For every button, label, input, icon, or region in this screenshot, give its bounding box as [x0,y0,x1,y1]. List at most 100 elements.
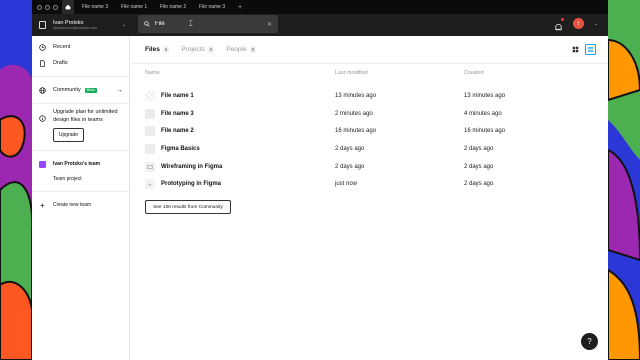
file-name: File name 3 [161,110,194,117]
divider [32,150,129,151]
notification-dot [560,18,564,21]
file-modified: just now [335,181,358,188]
file-modified: 2 days ago [335,163,365,170]
divider [32,103,129,104]
sidebar-item-label: Drafts [53,60,68,66]
tab-label: People [226,46,247,53]
help-button[interactable]: ? [581,333,598,350]
file-name: File name 2 [161,128,194,135]
sidebar-item-label: Community [53,87,81,93]
sidebar-item-team-project[interactable]: Team project [32,172,129,186]
tab-label: Files [145,46,160,53]
file-thumbnail [145,126,155,137]
account-switcher[interactable]: Ivan Protsko figmacurious@example.com ⌄ [32,14,130,36]
file-modified: 13 minutes ago [335,92,377,99]
text-cursor-icon: 𝙸 [188,19,194,28]
sidebar-item-label: Create new team [53,202,92,208]
arrow-right-icon: → [116,86,123,94]
sidebar-item-drafts[interactable]: Drafts [32,55,129,71]
table-row[interactable]: Figma Basics 2 days ago 2 days ago [131,140,608,158]
file-modified: 16 minutes ago [335,128,377,135]
file-modified: 2 minutes ago [335,110,373,117]
user-avatar[interactable]: I [572,18,584,29]
tab-count: 0 [249,46,257,53]
new-tab-button[interactable]: + [238,4,242,11]
top-bar: Ivan Protsko figmacurious@example.com ⌄ … [32,14,608,36]
result-filter-tabs: Files 6 Projects 0 People 0 [131,36,608,64]
sidebar: Recent Drafts Community Beta → Upgrade p… [32,36,130,360]
file-name: Figma Basics [161,145,200,152]
tab-projects[interactable]: Projects 0 [181,46,215,53]
tab-files[interactable]: Files 6 [145,46,170,53]
notifications-button[interactable] [554,18,564,31]
grid-view-button[interactable] [570,44,581,55]
sidebar-item-label: Recent [53,44,71,50]
tab-people[interactable]: People 0 [226,46,257,53]
table-row[interactable]: Wireframing in Figma 2 days ago 2 days a… [131,158,608,176]
list-view-button[interactable] [585,44,596,55]
file-thumbnail [145,90,155,101]
table-row[interactable]: File name 3 2 minutes ago 4 minutes ago [131,105,608,123]
window-controls [32,4,62,10]
top-right-controls: I ⌄ [554,18,598,31]
tab-count: 6 [162,46,170,53]
window-tab-1[interactable]: File name 3 [82,4,121,10]
window-tab-3[interactable]: File name 2 [160,4,199,10]
search-input[interactable] [155,21,255,27]
sidebar-item-community[interactable]: Community Beta → [32,82,129,98]
account-email: figmacurious@example.com [53,26,98,30]
file-icon [39,59,46,67]
beta-badge: Beta [84,87,97,93]
file-modified: 2 days ago [335,145,365,152]
plus-icon: + [40,200,45,210]
table-row[interactable]: ▪▪ Prototyping in Figma just now 2 days a… [131,175,608,193]
divider [32,76,129,77]
window-tab-bar: File name 3 File name 1 File name 2 File… [32,0,608,14]
chevron-down-icon[interactable]: ⌄ [594,21,598,27]
tab-label: Projects [181,46,205,53]
figma-app-window: File name 3 File name 1 File name 2 File… [32,0,608,360]
file-created: 16 minutes ago [464,128,506,135]
team-icon [39,160,46,168]
file-created: 2 days ago [464,181,494,188]
column-header-name[interactable]: Name [145,70,335,76]
file-name: File name 1 [161,92,194,99]
file-name: Wireframing in Figma [161,163,223,170]
table-row[interactable]: File name 1 13 minutes ago 13 minutes ag… [131,87,608,105]
see-community-results-button[interactable]: See 100 results from Community [145,200,231,215]
file-list: File name 1 13 minutes ago 13 minutes ag… [131,87,608,193]
window-tab-4[interactable]: File name 3 [199,4,238,10]
file-thumbnail [145,143,155,154]
team-name: Ivan Protsko's team [53,161,101,167]
sidebar-item-team[interactable]: Ivan Protsko's team [32,156,129,172]
file-created: 2 days ago [464,145,494,152]
window-tab-2[interactable]: File name 1 [121,4,160,10]
chevron-down-icon: ⌄ [121,22,126,28]
file-thumbnail [145,108,155,119]
clear-search-icon[interactable]: ✕ [267,21,272,28]
list-icon [587,47,594,52]
column-header-modified[interactable]: Last modified [335,70,464,76]
search-results: Files 6 Projects 0 People 0 Name Last mo… [131,36,608,360]
file-created: 13 minutes ago [464,92,506,99]
column-header-created[interactable]: Created [464,70,584,76]
file-created: 2 days ago [464,163,494,170]
upgrade-promo: Upgrade plan for unlimited design files … [32,109,129,124]
table-header: Name Last modified Created [131,64,608,82]
clock-icon [39,43,46,51]
maximize-window-control[interactable] [53,4,58,10]
view-toggle-group [570,44,596,55]
search-icon [144,21,150,27]
file-name: Prototyping in Figma [161,181,221,188]
upgrade-button[interactable]: Upgrade [53,128,84,142]
sidebar-item-recent[interactable]: Recent [32,39,129,55]
table-row[interactable]: File name 2 16 minutes ago 16 minutes ag… [131,122,608,140]
upgrade-text: Upgrade plan for unlimited design files … [53,109,118,123]
home-tab[interactable] [62,0,74,14]
create-team-button[interactable]: + Create new team [32,197,129,213]
close-window-control[interactable] [37,4,42,10]
minimize-window-control[interactable] [45,4,50,10]
info-icon [39,109,46,122]
globe-icon [39,86,46,94]
divider [32,191,129,192]
